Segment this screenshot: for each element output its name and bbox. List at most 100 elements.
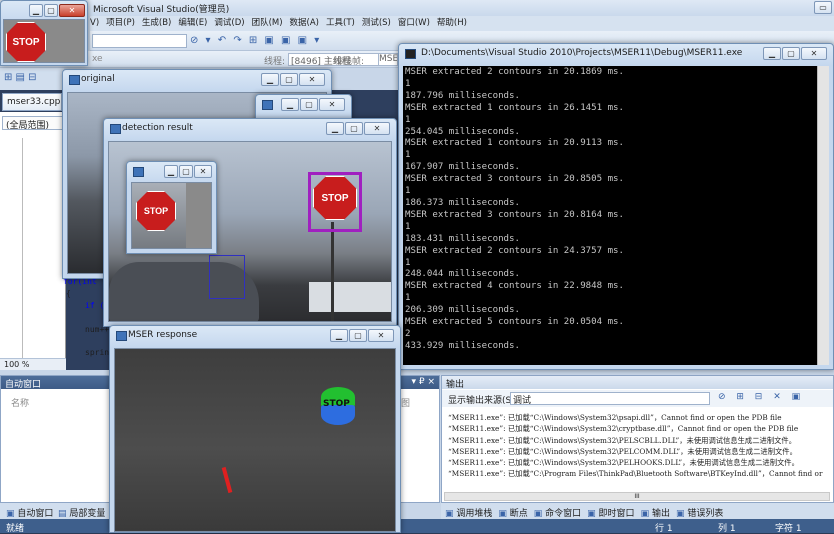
output-line: “MSER11.exe”: 已加载“C:\Windows\System32\PE… [448, 446, 797, 456]
stop-sign-thumb: STOP [6, 22, 46, 62]
bottom-tab[interactable]: ▣ 输出 [641, 509, 670, 519]
console-line: MSER extracted 1 contours in 26.1451 ms. [405, 102, 624, 113]
auto-window-pin[interactable]: ▾ ₽ × [411, 377, 435, 387]
maximize-button[interactable]: ▢ [345, 122, 363, 135]
close-button[interactable]: ✕ [299, 73, 325, 86]
mser-title: MSER response [128, 330, 198, 340]
output-line: “MSER11.exe”: 已加载“C:\Windows\System32\cr… [448, 424, 799, 434]
tab-auto-window-label: 自动窗口 [17, 509, 54, 519]
maximize-button[interactable]: ▢ [782, 47, 800, 60]
console-title: D:\Documents\Visual Studio 2010\Projects… [421, 48, 743, 58]
menu-item[interactable]: 编辑(E) [178, 18, 207, 28]
bottom-tab[interactable]: ▣ 命令窗口 [534, 509, 581, 519]
minimize-button[interactable]: ▁ [281, 98, 299, 111]
toolbar-small-icons[interactable]: ⊞ ▤ ⊟ [4, 72, 37, 83]
console-line: 187.796 milliseconds. [405, 90, 520, 101]
console-scrollbar[interactable] [817, 66, 829, 365]
minimize-button[interactable]: ▁ [330, 329, 348, 342]
menu-item[interactable]: 生成(B) [142, 18, 171, 28]
pole [331, 222, 334, 321]
minimize-button[interactable]: ▁ [326, 122, 344, 135]
console-icon [405, 49, 416, 59]
menu-item[interactable]: V) [90, 18, 99, 28]
scope-dropdown[interactable]: (全局范围) [2, 116, 64, 131]
zoom-level[interactable]: 100 % [4, 360, 29, 369]
maximize-button[interactable]: ▢ [44, 4, 58, 17]
close-button[interactable]: ✕ [368, 329, 394, 342]
console-line: MSER extracted 3 contours in 20.8164 ms. [405, 209, 624, 220]
code-editor[interactable]: (全局范围) [0, 112, 66, 358]
close-button[interactable]: ✕ [801, 47, 827, 60]
maximize-button[interactable]: ▢ [179, 165, 193, 178]
menu-item[interactable]: 窗口(W) [398, 18, 430, 28]
status-row: 行 1 [655, 524, 673, 534]
restore-button[interactable]: ▭ [814, 1, 832, 14]
bottom-tab[interactable]: ▣ 错误列表 [676, 509, 723, 519]
minimize-button[interactable]: ▁ [164, 165, 178, 178]
stack-dropdown[interactable]: MSE [378, 53, 398, 66]
stop-text: STOP [143, 206, 169, 216]
window-icon [69, 75, 80, 85]
output-toolbar: 显示输出来源(S): 调试 ⊘ ⊞ ⊟ ✕ ▣ [442, 390, 833, 407]
console-line: MSER extracted 2 contours in 24.3757 ms. [405, 245, 624, 256]
status-ready: 就绪 [6, 524, 25, 534]
collapse-line [22, 138, 23, 358]
vs-title-bar: Microsoft Visual Studio(管理员) ▭ [0, 0, 834, 16]
tab-locals[interactable]: ▤ 局部变量 [58, 506, 105, 519]
close-button[interactable]: ✕ [194, 165, 212, 178]
menu-item[interactable]: 数据(A) [290, 18, 319, 28]
output-hscroll[interactable]: III [444, 492, 830, 501]
output-scroll-mark: III [634, 493, 640, 500]
minimize-button[interactable]: ▁ [763, 47, 781, 60]
close-button[interactable]: ✕ [319, 98, 345, 111]
bottom-tab[interactable]: ▣ 调用堆栈 [445, 509, 492, 519]
minimize-button[interactable]: ▁ [261, 73, 279, 86]
auto-window-col-name: 名称 [11, 399, 30, 409]
output-toolbar-icons[interactable]: ⊘ ⊞ ⊟ ✕ ▣ [718, 392, 804, 402]
tab-auto-window[interactable]: ▣ 自动窗口 [6, 506, 53, 519]
bottom-tab-label: 输出 [651, 509, 670, 519]
bottom-tab-label: 调用堆栈 [456, 509, 493, 519]
tab-mser33-cpp[interactable]: mser33.cpp [2, 93, 62, 111]
preview-image: STOP [131, 182, 212, 249]
console-line: MSER extracted 2 contours in 20.1869 ms. [405, 67, 624, 77]
close-button[interactable]: ✕ [59, 4, 85, 17]
menu-item[interactable]: 调试(D) [214, 18, 244, 28]
console-line: 1 [405, 150, 411, 161]
original-title: original [81, 74, 115, 84]
menu-item[interactable]: 项目(P) [106, 18, 135, 28]
close-button[interactable]: ✕ [364, 122, 390, 135]
tab-locals-label: 局部变量 [69, 509, 106, 519]
stack-label: 堆栈帧: [334, 57, 365, 67]
mser-image: STOP [114, 348, 396, 532]
bottom-tab[interactable]: ▣ 断点 [498, 509, 527, 519]
console-line: 1 [405, 186, 411, 197]
console-line: 1 [405, 293, 411, 304]
maximize-button[interactable]: ▢ [349, 329, 367, 342]
bottom-tab-label: 命令窗口 [545, 509, 582, 519]
bottom-tab[interactable]: ▣ 即时窗口 [587, 509, 634, 519]
menu-item[interactable]: 帮助(H) [437, 18, 467, 28]
maximize-button[interactable]: ▢ [280, 73, 298, 86]
output-source-dropdown[interactable]: 调试 [510, 392, 710, 406]
console-line: 1 [405, 114, 411, 125]
mser-window: MSER response ▁ ▢ ✕ STOP [109, 325, 401, 533]
menu-item[interactable]: 工具(T) [326, 18, 355, 28]
config-dropdown[interactable] [92, 34, 187, 48]
config-value: xe [92, 54, 103, 64]
maximize-button[interactable]: ▢ [300, 98, 318, 111]
window-icon [110, 124, 121, 134]
menu-item[interactable]: 团队(M) [252, 18, 283, 28]
menu-item[interactable]: 测试(S) [362, 18, 391, 28]
minimize-button[interactable]: ▁ [29, 4, 43, 17]
code-line-brace: { [66, 289, 71, 298]
bottom-tabs-right: ▣ 调用堆栈 ▣ 断点 ▣ 命令窗口 ▣ 即时窗口 ▣ 输出 ▣ 错误列表 [441, 503, 834, 519]
output-line: “MSER11.exe”: 已加载“C:\Windows\System32\ps… [448, 413, 782, 422]
bottom-tab-label: 即时窗口 [598, 509, 635, 519]
console-title-buttons: ▁ ▢ ✕ [763, 47, 827, 60]
output-line: “MSER11.exe”: 已加载“C:\Program Files\Think… [448, 469, 823, 479]
console-line: 1 [405, 257, 411, 268]
output-source-value: 调试 [513, 396, 532, 406]
toolbar-icons[interactable]: ⊘ ▾ ↶ ↷ ⊞ ▣ ▣ ▣ ▾ [190, 35, 321, 46]
window-icon [133, 167, 144, 177]
